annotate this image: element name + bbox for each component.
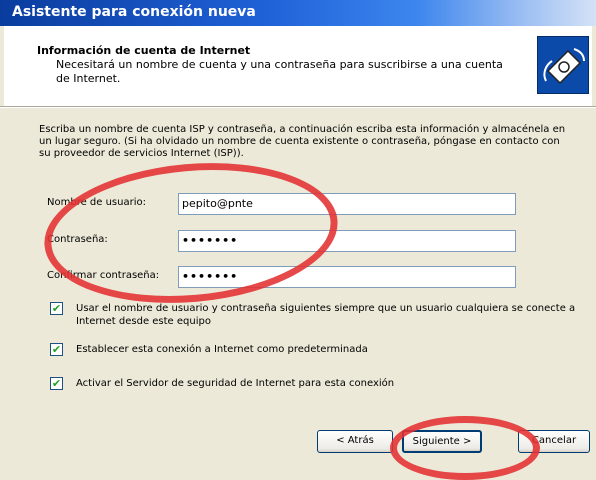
check-icon: ✔	[51, 343, 62, 356]
header-description: Necesitará un nombre de cuenta y una con…	[56, 58, 503, 85]
next-button[interactable]: Siguiente >	[402, 430, 482, 453]
username-label: Nombre de usuario:	[47, 197, 146, 208]
check-icon: ✔	[51, 302, 62, 315]
title-bar: Asistente para conexión nueva	[0, 0, 596, 26]
checkbox-shared-credentials[interactable]: ✔	[50, 302, 63, 315]
option-label: Activar el Servidor de seguridad de Inte…	[76, 378, 395, 389]
cancel-button[interactable]: Cancelar	[518, 430, 590, 453]
intro-text: Escriba un nombre de cuenta ISP y contra…	[39, 124, 566, 159]
header-title: Información de cuenta de Internet	[37, 44, 251, 57]
check-icon: ✔	[51, 377, 62, 390]
window-title: Asistente para conexión nueva	[12, 4, 256, 20]
username-field[interactable]: pepito@pnte	[178, 193, 516, 215]
back-button[interactable]: < Atrás	[317, 430, 393, 453]
confirm-password-label: Confirmar contraseña:	[47, 270, 160, 281]
checkbox-default-connection[interactable]: ✔	[50, 343, 63, 356]
password-label: Contraseña:	[47, 234, 108, 245]
checkbox-firewall[interactable]: ✔	[50, 377, 63, 390]
header-divider	[0, 106, 596, 108]
network-phone-icon	[537, 36, 589, 94]
option-label: Establecer esta conexión a Internet como…	[76, 344, 368, 355]
wizard-header: Información de cuenta de Internet Necesi…	[4, 26, 592, 106]
password-field[interactable]: •••••••	[178, 230, 516, 252]
option-label: Usar el nombre de usuario y contraseña s…	[76, 303, 576, 327]
confirm-password-field[interactable]: •••••••	[178, 266, 516, 288]
